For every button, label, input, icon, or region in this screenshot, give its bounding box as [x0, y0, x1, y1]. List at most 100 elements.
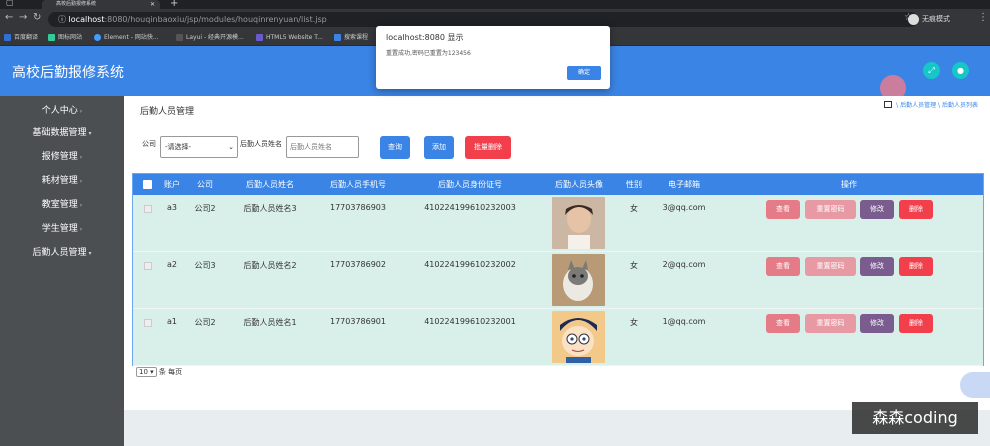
forward-icon[interactable]: → — [19, 12, 27, 23]
bookmark-item[interactable]: Element - 网站快... — [94, 33, 159, 43]
cell-account: a2 — [167, 260, 177, 269]
new-tab-icon[interactable]: + — [170, 0, 178, 9]
avatar-photo-boy — [552, 197, 605, 249]
bookmark-item[interactable]: HTML5 Website T... — [256, 33, 323, 43]
sidebar-item-staff[interactable]: 后勤人员管理 ▾ — [0, 245, 124, 261]
sidebar-item-personal-center[interactable]: 个人中心 › — [0, 103, 124, 119]
col-name: 后勤人员姓名 — [246, 180, 294, 189]
cell-name: 后勤人员姓名1 — [243, 318, 297, 327]
avatar-photo-cat — [552, 254, 605, 306]
breadcrumb-parent[interactable]: 后勤人员管理 — [900, 102, 936, 109]
table-row: a2 公司3 后勤人员姓名2 17703786902 4102241996102… — [133, 252, 983, 309]
reload-icon[interactable]: ↻ — [33, 12, 41, 23]
delete-button[interactable]: 删除 — [899, 314, 933, 333]
edit-button[interactable]: 修改 — [860, 200, 894, 219]
company-select[interactable]: -请选择- ⌄ — [160, 136, 238, 158]
browser-tab[interactable]: 高校后勤报修系统 ✕ — [42, 0, 160, 9]
cell-phone: 17703786901 — [330, 317, 386, 326]
cell-email: 3@qq.com — [662, 203, 706, 212]
col-account: 账户 — [164, 180, 180, 189]
view-button[interactable]: 查看 — [766, 257, 800, 276]
bookmark-item[interactable]: 百度翻译 — [4, 33, 38, 43]
cell-company: 公司3 — [194, 261, 216, 270]
fullscreen-icon[interactable]: ⤢ — [923, 62, 940, 79]
cell-phone: 17703786903 — [330, 203, 386, 212]
cell-name: 后勤人员姓名2 — [243, 261, 297, 270]
breadcrumb: \ 后勤人员管理 \ 后勤人员列表 — [884, 100, 978, 109]
search-button[interactable]: 查询 — [380, 136, 410, 159]
col-gender: 性别 — [626, 180, 642, 189]
profile-label: 无痕模式 — [922, 15, 950, 23]
app-title: 高校后勤报修系统 — [12, 65, 124, 81]
home-icon[interactable] — [884, 101, 893, 108]
cell-email: 1@qq.com — [662, 317, 706, 326]
url-path: :8080/houqinbaoxiu/jsp/modules/houqinren… — [104, 15, 327, 24]
page-size-label: 条 每页 — [158, 368, 183, 376]
row-checkbox[interactable] — [144, 262, 152, 270]
floating-button[interactable] — [960, 372, 990, 398]
reset-password-button[interactable]: 重置密码 — [805, 257, 856, 276]
edit-button[interactable]: 修改 — [860, 257, 894, 276]
main-content: 后勤人员管理 \ 后勤人员管理 \ 后勤人员列表 公司 -请选择- ⌄ 后勤人员姓… — [124, 96, 990, 410]
browser-menu-icon[interactable]: ▢ — [6, 0, 14, 7]
sidebar-item-repair[interactable]: 报修管理 › — [0, 149, 124, 165]
table-row: a1 公司2 后勤人员姓名1 17703786901 4102241996102… — [133, 309, 983, 366]
staff-table: 账户 公司 后勤人员姓名 后勤人员手机号 后勤人员身份证号 后勤人员头像 性别 … — [132, 173, 984, 366]
page-title: 后勤人员管理 — [140, 107, 195, 117]
reset-password-button[interactable]: 重置密码 — [805, 314, 856, 333]
cell-name: 后勤人员姓名3 — [243, 204, 297, 213]
delete-button[interactable]: 删除 — [899, 257, 933, 276]
url-host: localhost — [68, 15, 105, 24]
user-icon[interactable]: ● — [952, 62, 969, 79]
sidebar: 个人中心 › 基础数据管理 ▾ 报修管理 › 耗材管理 › 教室管理 › 学生管理 › 后勤… — [0, 96, 124, 446]
col-email: 电子邮箱 — [668, 180, 700, 189]
tab-close-icon[interactable]: ✕ — [150, 0, 155, 9]
table-header: 账户 公司 后勤人员姓名 后勤人员手机号 后勤人员身份证号 后勤人员头像 性别 … — [133, 174, 983, 195]
company-label: 公司 — [142, 140, 156, 148]
browser-tab-bar: ▢ 高校后勤报修系统 ✕ + — [0, 0, 990, 9]
col-avatar: 后勤人员头像 — [555, 180, 603, 189]
view-button[interactable]: 查看 — [766, 200, 800, 219]
breadcrumb-current: 后勤人员列表 — [941, 102, 978, 109]
dialog-ok-button[interactable]: 确定 — [567, 66, 601, 80]
cell-account: a1 — [167, 317, 177, 326]
watermark: 森森coding — [852, 402, 978, 434]
incognito-icon — [908, 13, 919, 25]
add-button[interactable]: 添加 — [424, 136, 454, 159]
col-actions: 操作 — [841, 180, 857, 189]
select-all-checkbox[interactable] — [143, 180, 152, 189]
pagination: 10 ▾ 条 每页 — [136, 367, 182, 377]
sidebar-item-classroom[interactable]: 教室管理 › — [0, 197, 124, 213]
cell-gender: 女 — [630, 261, 638, 270]
table-row: a3 公司2 后勤人员姓名3 17703786903 4102241996102… — [133, 195, 983, 252]
edit-button[interactable]: 修改 — [860, 314, 894, 333]
sidebar-item-student[interactable]: 学生管理 › — [0, 221, 124, 237]
lock-icon: ⓘ — [58, 15, 69, 24]
cell-idcard: 410224199610232001 — [424, 317, 516, 326]
staff-name-label: 后勤人员姓名 — [240, 140, 282, 148]
page-size-select[interactable]: 10 ▾ — [136, 367, 157, 377]
delete-button[interactable]: 删除 — [899, 200, 933, 219]
alert-dialog: localhost:8080 显示 重置成功,密码已重置为123456 确定 — [376, 26, 610, 89]
row-checkbox[interactable] — [144, 319, 152, 327]
cell-account: a3 — [167, 203, 177, 212]
bookmark-item[interactable]: Layui - 经典开源模... — [176, 33, 244, 43]
back-icon[interactable]: ← — [5, 12, 13, 23]
bookmark-item[interactable]: 图标网站 — [48, 33, 82, 43]
cell-email: 2@qq.com — [662, 260, 706, 269]
col-idcard: 后勤人员身份证号 — [438, 180, 502, 189]
sidebar-item-consumables[interactable]: 耗材管理 › — [0, 173, 124, 189]
sidebar-item-basic-data[interactable]: 基础数据管理 ▾ — [0, 125, 124, 141]
batch-delete-button[interactable]: 批量删除 — [465, 136, 511, 159]
view-button[interactable]: 查看 — [766, 314, 800, 333]
cell-idcard: 410224199610232002 — [424, 260, 516, 269]
browser-menu-dots-icon[interactable]: ⋮ — [978, 12, 988, 23]
chevron-down-icon: ⌄ — [228, 143, 234, 151]
row-checkbox[interactable] — [144, 205, 152, 213]
staff-name-input[interactable]: 后勤人员姓名 — [286, 136, 359, 158]
reset-password-button[interactable]: 重置密码 — [805, 200, 856, 219]
bookmark-item[interactable]: 搜索课程 — [334, 33, 368, 43]
incognito-profile[interactable]: 无痕模式 — [908, 12, 950, 27]
url-input[interactable]: ⓘ localhost:8080/houqinbaoxiu/jsp/module… — [48, 12, 918, 27]
avatar-photo-cartoon — [552, 311, 605, 363]
